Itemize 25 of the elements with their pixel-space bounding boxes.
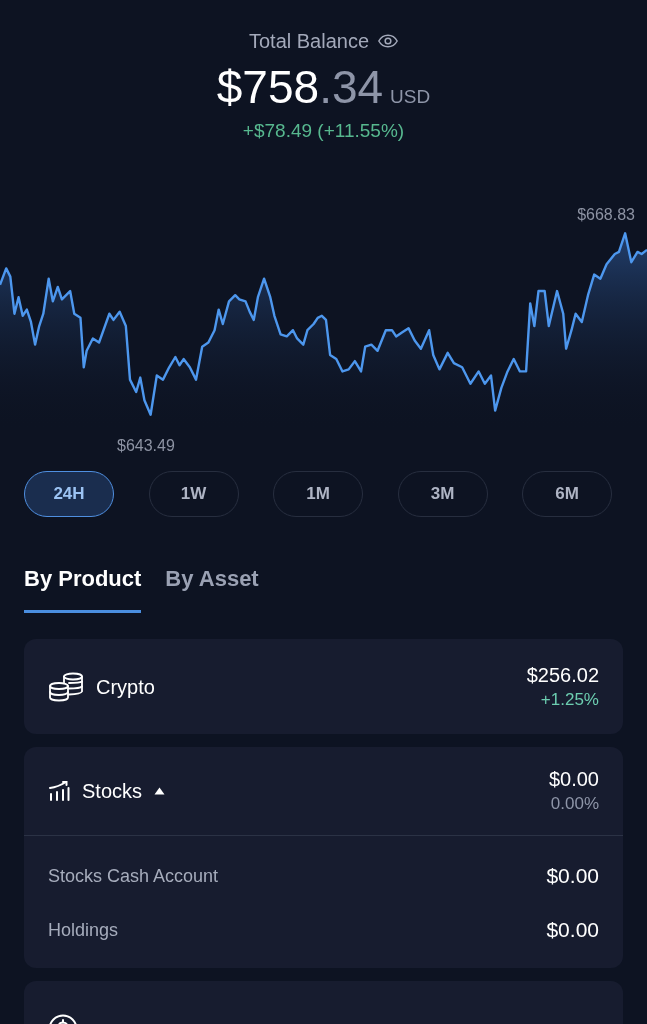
caret-up-icon[interactable] xyxy=(154,787,166,795)
balance-amount: $758.34 xyxy=(216,61,384,113)
range-button[interactable]: 24H xyxy=(24,471,114,517)
product-card[interactable]: Stocks $0.00 0.00% Stocks Cash Account $0.00 Holdings $0.00 xyxy=(24,747,623,968)
account-value: $0.00 xyxy=(546,864,599,888)
low-price-label: $643.49 xyxy=(117,436,175,456)
balance-title: Total Balance xyxy=(248,29,370,53)
account-label: Stocks Cash Account xyxy=(48,865,219,887)
coins-icon xyxy=(48,671,84,702)
product-change: +1.25% xyxy=(540,688,599,711)
eye-icon[interactable] xyxy=(378,34,399,48)
product-value: $0.00 xyxy=(548,767,599,791)
product-name: Crypto xyxy=(96,674,155,699)
product-name: Stocks xyxy=(82,779,143,803)
view-tab[interactable]: By Asset xyxy=(165,565,259,613)
view-tab[interactable]: By Product xyxy=(24,565,142,613)
product-value: $256.02 xyxy=(526,662,599,687)
high-price-label: $668.83 xyxy=(577,205,635,225)
account-label: Holdings xyxy=(48,919,119,941)
account-value: $0.00 xyxy=(546,918,599,942)
bar-chart-icon xyxy=(48,780,70,802)
product-change: 0.00% xyxy=(550,793,599,815)
balance-change: +$78.49 (+11.55%) xyxy=(242,119,405,143)
product-card[interactable]: Crypto $256.02 +1.25% xyxy=(24,639,623,734)
currency-code: USD xyxy=(390,86,431,108)
